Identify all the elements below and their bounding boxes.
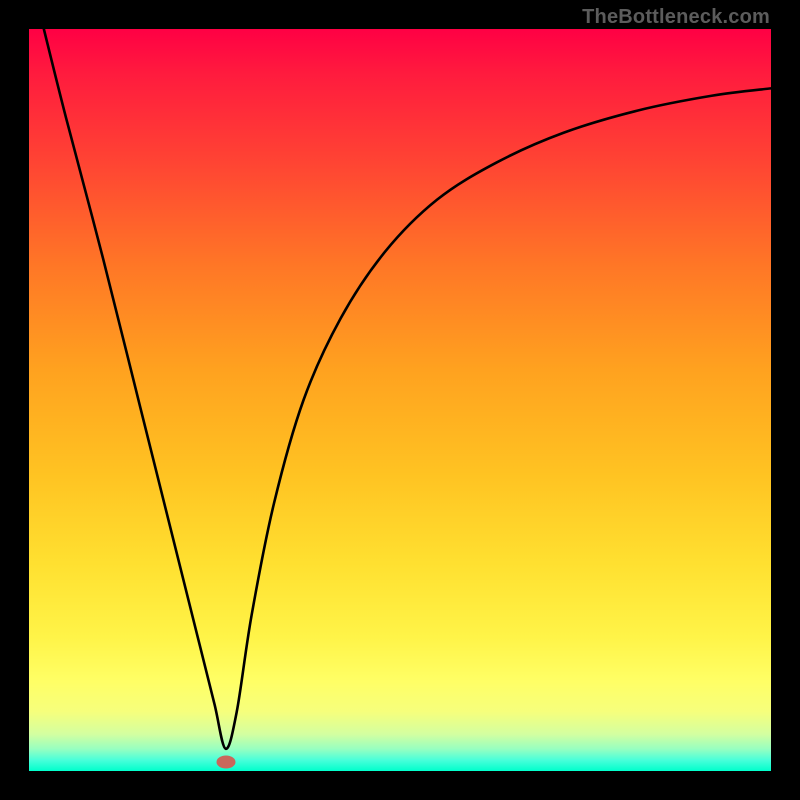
watermark-label: TheBottleneck.com <box>582 6 770 29</box>
minimum-marker <box>216 756 235 769</box>
plot-area <box>29 29 771 771</box>
